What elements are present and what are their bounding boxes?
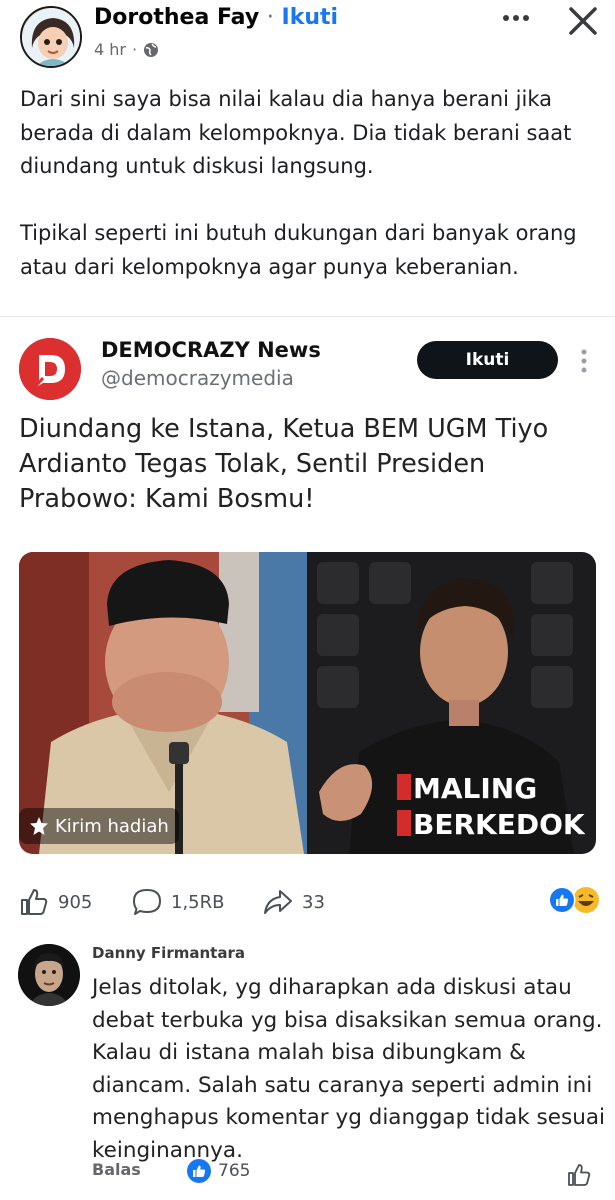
commenter-avatar[interactable] — [18, 944, 80, 1006]
author-name[interactable]: Dorothea Fay — [94, 5, 259, 30]
comment-like-count: 765 — [218, 1161, 251, 1181]
like-icon — [21, 889, 48, 915]
post-time[interactable]: 4 hr — [94, 40, 126, 59]
news-headline[interactable]: Diundang ke Istana, Ketua BEM UGM Tiyo A… — [19, 412, 599, 517]
follow-link[interactable]: Ikuti — [282, 5, 339, 30]
like-count: 905 — [58, 891, 93, 913]
comment-icon — [133, 889, 161, 915]
actions-bar: 905 1,5RB 33 — [0, 882, 615, 922]
democrazy-logo[interactable] — [19, 338, 81, 400]
post-meta: 4 hr · — [94, 40, 159, 59]
meta-dot: · — [131, 40, 138, 59]
gift-icon — [30, 817, 48, 835]
commenter-name[interactable]: Danny Firmantara — [92, 944, 245, 962]
author-avatar[interactable] — [20, 6, 82, 68]
share-action[interactable]: 33 — [262, 882, 325, 922]
comment-action[interactable]: 1,5RB — [131, 882, 224, 922]
gift-badge[interactable]: Kirim hadiah — [19, 808, 179, 844]
source-handle[interactable]: @democrazymedia — [101, 366, 294, 390]
post-header: Dorothea Fay · Ikuti 4 hr · — [0, 0, 615, 75]
gift-label: Kirim hadiah — [55, 815, 169, 837]
separator-dot: · — [266, 5, 274, 30]
reply-button[interactable]: Balas — [92, 1160, 141, 1179]
share-count: 33 — [302, 891, 325, 913]
comment-count: 1,5RB — [171, 891, 225, 913]
source-name[interactable]: DEMOCRAZY News — [101, 338, 321, 362]
comment-likes[interactable]: 765 — [186, 1156, 250, 1186]
reaction-icons[interactable] — [546, 885, 602, 915]
post-text: Dari sini saya bisa nilai kalau dia hany… — [20, 87, 577, 279]
comment-like-icon[interactable] — [566, 1162, 592, 1188]
kebab-menu-icon[interactable] — [578, 348, 590, 374]
divider — [0, 316, 615, 317]
globe-icon — [144, 42, 159, 57]
comment-text: Jelas ditolak, yg diharapkan ada diskusi… — [92, 975, 605, 1163]
close-icon[interactable] — [566, 4, 600, 38]
haha-reaction-icon — [573, 887, 599, 913]
shirt-text-line1: MALING — [413, 772, 537, 805]
more-icon[interactable] — [500, 8, 532, 28]
shirt-text-line2: BERKEDOK — [413, 808, 586, 841]
like-reaction-icon — [187, 1159, 211, 1183]
like-action[interactable]: 905 — [18, 882, 92, 922]
author-line: Dorothea Fay · Ikuti — [94, 5, 338, 30]
share-icon — [264, 890, 292, 914]
follow-button[interactable]: Ikuti — [417, 341, 558, 379]
